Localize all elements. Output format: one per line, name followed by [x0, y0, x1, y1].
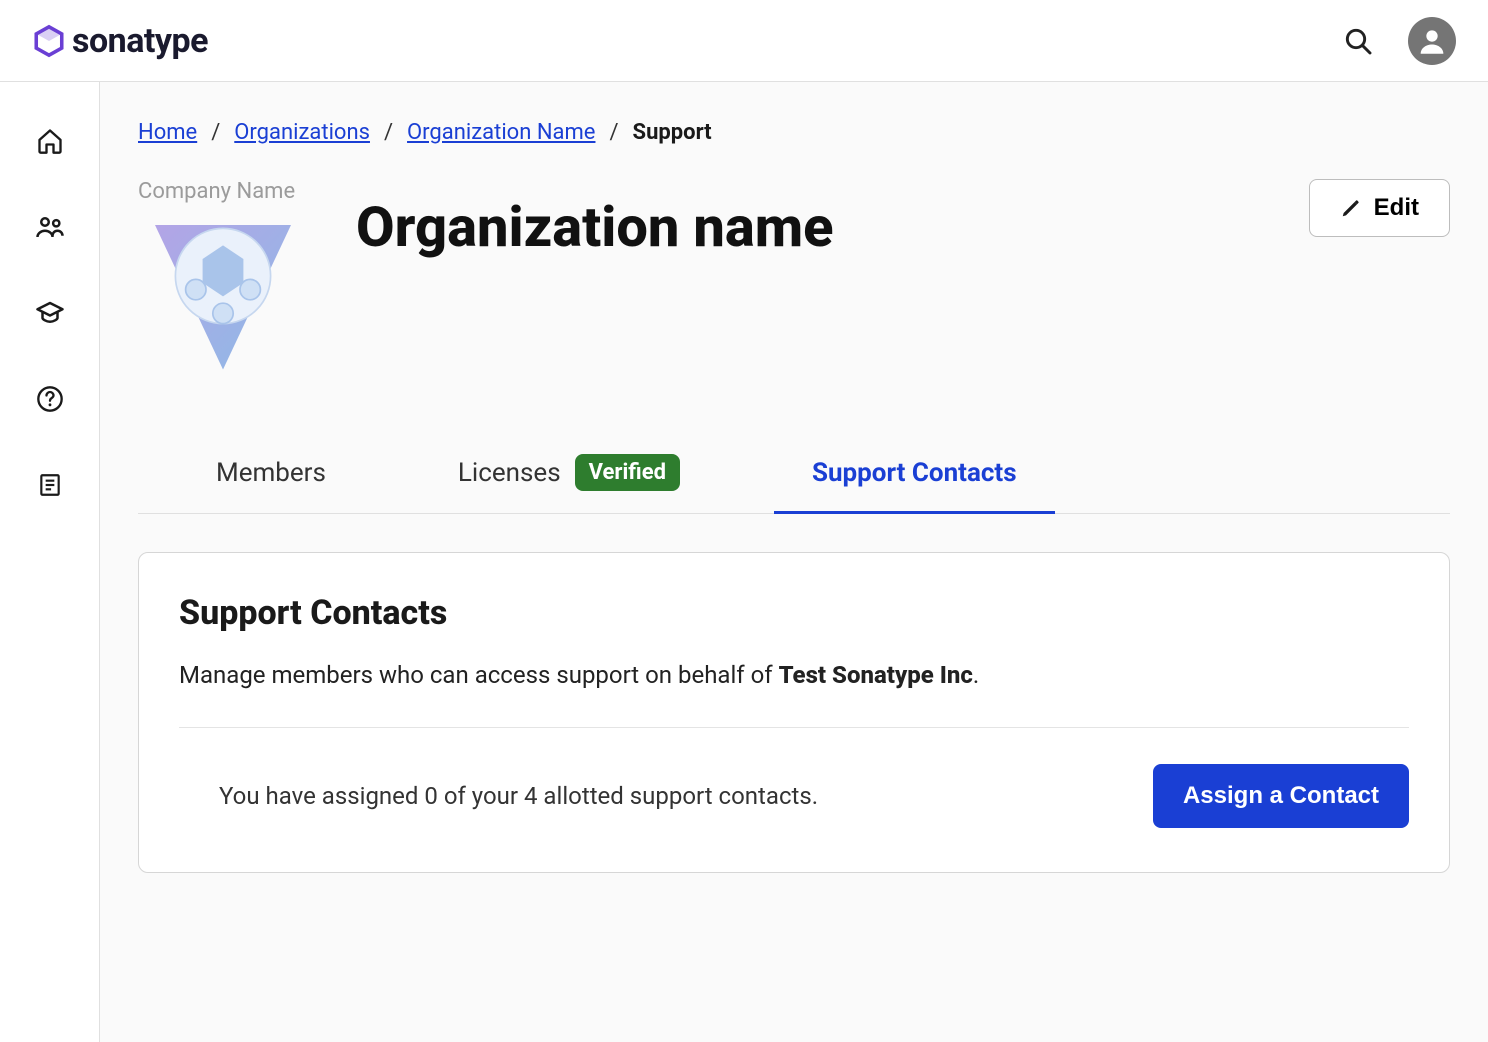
- main-content: Home / Organizations / Organization Name…: [100, 82, 1488, 1042]
- sidebar: [0, 82, 100, 1042]
- sidebar-item-home[interactable]: [35, 126, 65, 156]
- sidebar-item-learn[interactable]: [35, 298, 65, 328]
- breadcrumb-organizations[interactable]: Organizations: [234, 120, 370, 145]
- brand-logo[interactable]: sonatype: [32, 21, 208, 61]
- assign-contact-button[interactable]: Assign a Contact: [1153, 764, 1409, 828]
- users-icon: [35, 212, 65, 242]
- support-contacts-card: Support Contacts Manage members who can …: [138, 552, 1450, 873]
- home-icon: [36, 127, 64, 155]
- assign-status-text: You have assigned 0 of your 4 allotted s…: [219, 782, 818, 810]
- tabs: Members Licenses Verified Support Contac…: [138, 436, 1450, 514]
- search-icon: [1342, 25, 1374, 57]
- tab-label: Licenses: [458, 458, 561, 488]
- pencil-icon: [1340, 197, 1362, 219]
- tab-support-contacts[interactable]: Support Contacts: [774, 436, 1055, 513]
- breadcrumb-separator: /: [384, 120, 393, 145]
- divider: [179, 727, 1409, 728]
- edit-button[interactable]: Edit: [1309, 179, 1450, 237]
- sidebar-item-help[interactable]: [35, 384, 65, 414]
- tab-members[interactable]: Members: [178, 436, 364, 513]
- help-icon: [36, 385, 64, 413]
- sidebar-item-users[interactable]: [35, 212, 65, 242]
- brand-text: sonatype: [72, 21, 208, 61]
- page-header: Company Name: [138, 179, 1450, 382]
- assign-row: You have assigned 0 of your 4 allotted s…: [179, 764, 1409, 828]
- graduation-cap-icon: [35, 298, 65, 328]
- breadcrumb-current: Support: [633, 120, 712, 145]
- breadcrumb-separator: /: [211, 120, 220, 145]
- person-icon: [1415, 24, 1449, 58]
- org-logo-image: [138, 208, 308, 378]
- user-avatar[interactable]: [1408, 17, 1456, 65]
- org-logo-label: Company Name: [138, 179, 328, 204]
- verified-badge: Verified: [575, 454, 680, 491]
- page-title: Organization name: [356, 197, 833, 259]
- breadcrumb-home[interactable]: Home: [138, 120, 197, 145]
- org-block: Company Name: [138, 179, 833, 382]
- org-logo: Company Name: [138, 179, 328, 382]
- sidebar-item-docs[interactable]: [35, 470, 65, 500]
- tab-licenses[interactable]: Licenses Verified: [420, 436, 718, 513]
- breadcrumb-organization-name[interactable]: Organization Name: [407, 120, 595, 145]
- topbar-actions: [1342, 17, 1456, 65]
- edit-button-label: Edit: [1374, 194, 1419, 222]
- search-button[interactable]: [1342, 25, 1374, 57]
- tab-label: Support Contacts: [812, 458, 1017, 488]
- card-title: Support Contacts: [179, 593, 1409, 633]
- breadcrumb: Home / Organizations / Organization Name…: [138, 120, 1450, 145]
- hexagon-icon: [32, 24, 66, 58]
- breadcrumb-separator: /: [609, 120, 618, 145]
- tab-label: Members: [216, 458, 326, 488]
- document-icon: [37, 472, 63, 498]
- card-description: Manage members who can access support on…: [179, 659, 1409, 693]
- topbar: sonatype: [0, 0, 1488, 82]
